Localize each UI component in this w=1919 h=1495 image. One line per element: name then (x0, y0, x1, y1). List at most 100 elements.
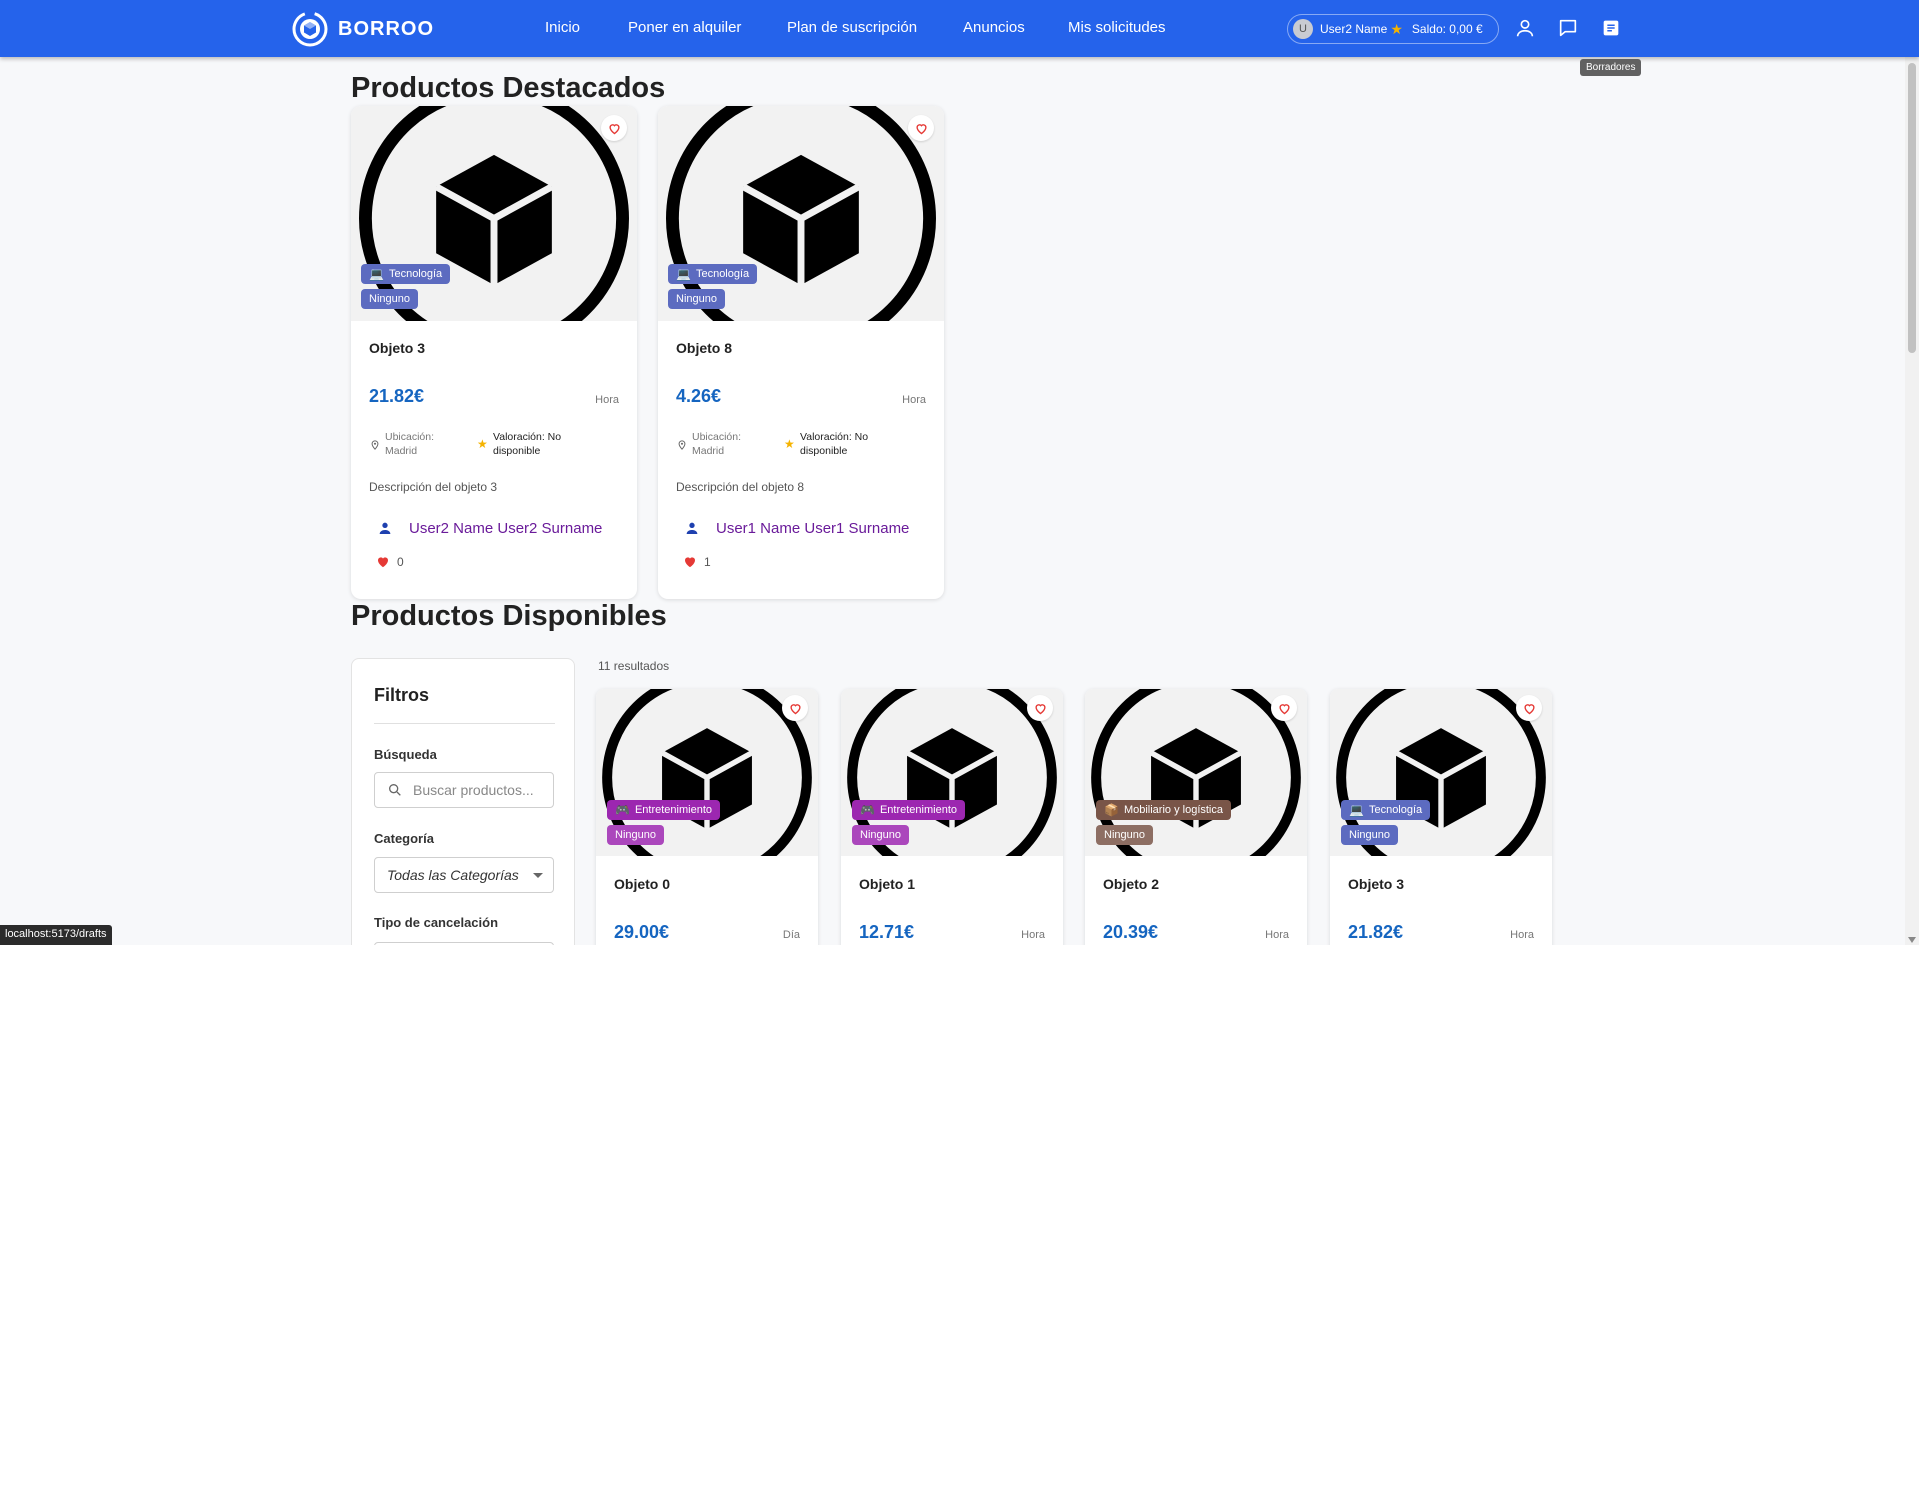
nav-inicio[interactable]: Inicio (545, 19, 580, 36)
owner-link[interactable]: User2 Name User2 Surname (409, 520, 602, 537)
rating-label: Valoración: No (493, 431, 562, 443)
product-price: 21.82€ (1348, 922, 1404, 942)
product-name[interactable]: Objeto 3 (1348, 876, 1404, 892)
scroll-down-arrow[interactable] (1908, 937, 1916, 943)
category-label: Tecnología (1368, 804, 1423, 816)
cancellation-chip: Ninguno (361, 289, 418, 309)
owner-link[interactable]: User1 Name User1 Surname (716, 520, 909, 537)
product-card[interactable]: 🎮 Entretenimiento Ninguno Objeto 1 12.71… (841, 689, 1063, 945)
person-icon (686, 522, 698, 534)
product-image[interactable]: 💻 Tecnología Ninguno (1330, 689, 1552, 856)
product-description: Descripción del objeto 3 (369, 480, 498, 494)
category-icon: 💻 (1349, 803, 1364, 817)
category-select[interactable]: Todas las Categorías (374, 857, 554, 893)
product-card[interactable]: 📦 Mobiliario y logística Ninguno Objeto … (1085, 689, 1307, 945)
featured-product-card[interactable]: 💻 Tecnología Ninguno Objeto 3 21.82€ Hor… (351, 106, 637, 599)
nav-anuncios[interactable]: Anuncios (963, 19, 1025, 36)
balance-text: Saldo: 0,00 € (1411, 22, 1483, 36)
laptop-icon: 💻 (369, 267, 384, 281)
search-icon (389, 784, 401, 796)
filters-panel: Filtros Búsqueda Buscar productos... Cat… (351, 658, 575, 945)
borroo-logo-icon (292, 11, 328, 47)
favorite-button[interactable] (1271, 695, 1297, 721)
avatar: U (1293, 19, 1313, 39)
product-price: 12.71€ (859, 922, 915, 942)
user-balance-chip[interactable]: U User2 Name ★ Saldo: 0,00 € (1287, 14, 1499, 44)
search-input[interactable]: Buscar productos... (374, 772, 554, 808)
price-unit: Hora (1265, 929, 1289, 941)
product-card[interactable]: 💻 Tecnología Ninguno Objeto 3 21.82€ Hor… (1330, 689, 1552, 945)
search-label: Búsqueda (374, 747, 437, 762)
available-title: Productos Disponibles (351, 600, 667, 632)
laptop-icon: 💻 (676, 267, 691, 281)
product-image[interactable]: 🎮 Entretenimiento Ninguno (596, 689, 818, 856)
location-info: Ubicación: Madrid (385, 430, 434, 458)
scrollbar-thumb[interactable] (1908, 63, 1916, 353)
favorite-button[interactable] (908, 115, 934, 141)
category-chip: 💻 Tecnología (361, 264, 451, 284)
cancellation-chip: Ninguno (607, 825, 664, 845)
nav-plan-suscripcion[interactable]: Plan de suscripción (787, 19, 917, 36)
cancellation-select[interactable] (374, 942, 554, 945)
nav-poner-en-alquiler[interactable]: Poner en alquiler (628, 19, 741, 36)
drafts-icon[interactable] (1600, 17, 1622, 39)
rating-value: disponible (493, 445, 541, 457)
location-pin-icon (678, 440, 686, 450)
featured-product-card[interactable]: 💻 Tecnología Ninguno Objeto 8 4.26€ Hora… (658, 106, 944, 599)
favorite-button[interactable] (1516, 695, 1542, 721)
category-label: Mobiliario y logística (1123, 804, 1223, 816)
location-label: Ubicación: (385, 431, 435, 443)
top-navbar: BORROO Inicio Poner en alquiler Plan de … (0, 0, 1919, 57)
likes-counter: 1 (682, 554, 711, 569)
browser-viewport: BORROO Inicio Poner en alquiler Plan de … (0, 0, 1919, 945)
star-icon: ★ (1390, 20, 1403, 37)
heart-outline-icon (608, 123, 620, 134)
product-image[interactable]: 🎮 Entretenimiento Ninguno (841, 689, 1063, 856)
cancellation-chip: Ninguno (1341, 825, 1398, 845)
product-price: 29.00€ (614, 922, 670, 942)
product-card[interactable]: 🎮 Entretenimiento Ninguno Objeto 0 29.00… (596, 689, 818, 945)
chevron-down-icon (533, 872, 543, 878)
category-chip: 💻 Tecnología (668, 264, 758, 284)
product-image[interactable]: 📦 Mobiliario y logística Ninguno (1085, 689, 1307, 856)
user-icon[interactable] (1514, 17, 1536, 39)
product-name[interactable]: Objeto 1 (859, 876, 915, 892)
nav-mis-solicitudes[interactable]: Mis solicitudes (1068, 19, 1166, 36)
heart-outline-icon (789, 703, 801, 714)
product-name[interactable]: Objeto 8 (676, 340, 732, 356)
category-label: Entretenimiento (879, 804, 957, 816)
likes-count: 1 (704, 554, 711, 569)
product-name[interactable]: Objeto 3 (369, 340, 425, 356)
rating-label: Valoración: No (800, 431, 869, 443)
location-value: Madrid (692, 445, 725, 457)
brand-name: BORROO (338, 17, 434, 40)
category-label: Tecnología (388, 268, 443, 280)
favorite-button[interactable] (1027, 695, 1053, 721)
rating-value: disponible (800, 445, 848, 457)
category-chip: 💻 Tecnología (1341, 800, 1431, 820)
brand-logo[interactable]: BORROO (292, 11, 434, 47)
product-price: 4.26€ (676, 386, 722, 406)
star-icon: ★ (477, 437, 488, 451)
product-name[interactable]: Objeto 2 (1103, 876, 1159, 892)
price-unit: Hora (1510, 929, 1534, 941)
cancellation-chip: Ninguno (852, 825, 909, 845)
product-image[interactable]: 💻 Tecnología Ninguno (351, 106, 637, 321)
chat-icon[interactable] (1557, 17, 1579, 39)
favorite-button[interactable] (601, 115, 627, 141)
heart-filled-icon (378, 557, 388, 568)
category-chip: 🎮 Entretenimiento (852, 800, 965, 820)
likes-count: 0 (397, 554, 404, 569)
user-name: User2 Name (1320, 22, 1388, 36)
status-bar-url: localhost:5173/drafts (0, 925, 112, 945)
product-name[interactable]: Objeto 0 (614, 876, 670, 892)
likes-counter: 0 (375, 554, 404, 569)
heart-outline-icon (915, 123, 927, 134)
category-label: Categoría (374, 831, 434, 846)
search-placeholder: Buscar productos... (413, 782, 534, 798)
product-image[interactable]: 💻 Tecnología Ninguno (658, 106, 944, 321)
location-info: Ubicación: Madrid (692, 430, 741, 458)
page-scrollbar[interactable] (1905, 57, 1919, 945)
favorite-button[interactable] (782, 695, 808, 721)
filters-divider (374, 723, 555, 724)
